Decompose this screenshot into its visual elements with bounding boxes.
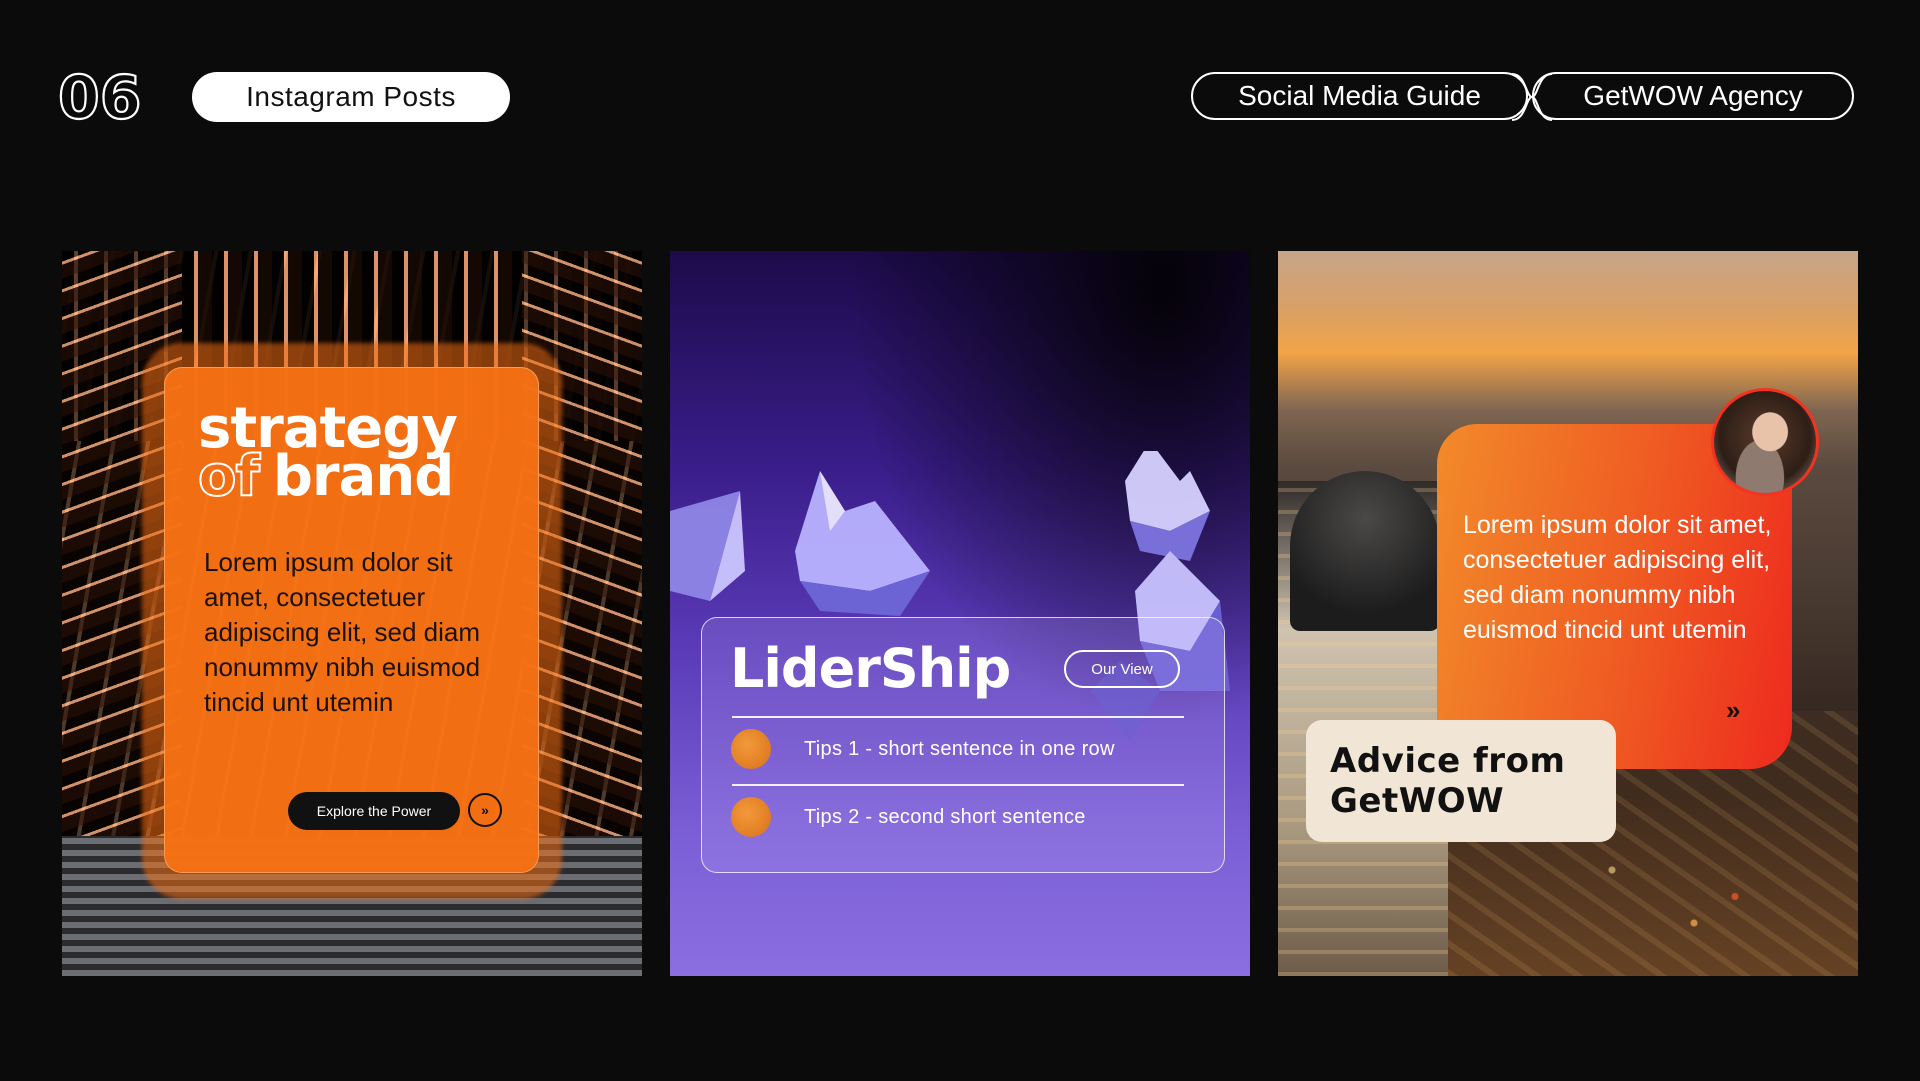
card1-title-line2: of brand bbox=[197, 448, 518, 506]
slide: 06 Instagram Posts Social Media Guide Ge… bbox=[0, 0, 1920, 1081]
section-number: 06 bbox=[57, 66, 143, 128]
section-number-text: 06 bbox=[58, 66, 142, 128]
post-card-advice: Lorem ipsum dolor sit amet, consectetuer… bbox=[1278, 251, 1858, 976]
tip-bullet-1 bbox=[731, 729, 771, 769]
agency-pill: GetWOW Agency bbox=[1532, 72, 1854, 120]
card2-title: LiderShip bbox=[730, 637, 1011, 700]
post-card-strategy: strategy of brand Lorem ipsum dolor sit a… bbox=[62, 251, 642, 976]
guide-label: Social Media Guide bbox=[1238, 80, 1481, 111]
post-card-leadership: LiderShip Our View Tips 1 - short senten… bbox=[670, 251, 1250, 976]
double-chevron-right-icon[interactable]: » bbox=[1726, 695, 1740, 726]
our-view-label: Our View bbox=[1091, 660, 1153, 678]
agency-label: GetWOW Agency bbox=[1583, 80, 1803, 111]
building-dome bbox=[1290, 471, 1440, 631]
divider-middle bbox=[732, 784, 1184, 786]
tip-1: Tips 1 - short sentence in one row bbox=[804, 738, 1115, 760]
double-chevron-right-icon[interactable]: » bbox=[468, 793, 502, 827]
guide-pill: Social Media Guide bbox=[1191, 72, 1528, 120]
explore-button[interactable]: Explore the Power bbox=[288, 792, 460, 830]
avatar bbox=[1711, 388, 1819, 496]
divider-top bbox=[732, 716, 1184, 718]
card1-title-brand: brand bbox=[272, 444, 454, 509]
tip-bullet-2 bbox=[731, 797, 771, 837]
card3-body-text: Lorem ipsum dolor sit amet, consectetuer… bbox=[1463, 511, 1772, 644]
card1-body-text: Lorem ipsum dolor sit amet, consectetuer… bbox=[204, 547, 481, 717]
section-title-pill: Instagram Posts bbox=[192, 72, 510, 122]
our-view-button[interactable]: Our View bbox=[1064, 650, 1180, 688]
card1-title: strategy of brand bbox=[197, 401, 518, 506]
tip-2: Tips 2 - second short sentence bbox=[804, 806, 1086, 828]
card1-title-of: of bbox=[197, 444, 261, 509]
advice-title: Advice from GetWOW bbox=[1330, 741, 1566, 821]
section-title: Instagram Posts bbox=[246, 81, 456, 112]
explore-button-label: Explore the Power bbox=[316, 803, 432, 819]
